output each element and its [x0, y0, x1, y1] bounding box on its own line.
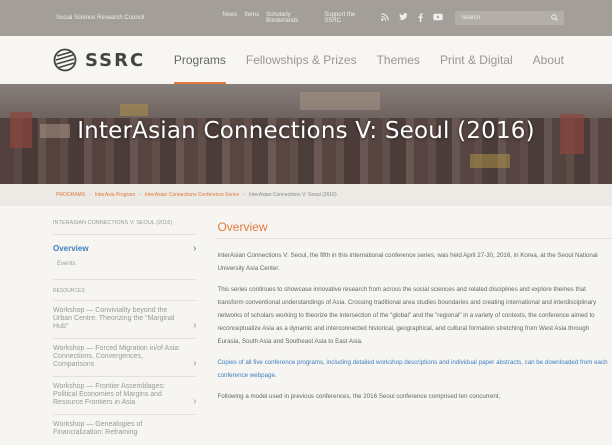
sidebar-item-label: Workshop — Forced Migration in/of Asia: …	[53, 345, 181, 368]
rss-icon[interactable]	[381, 13, 390, 23]
section-heading: Overview	[217, 220, 612, 239]
facebook-icon[interactable]	[418, 12, 424, 24]
sidebar-item-workshop[interactable]: Workshop — Conviviality beyond the Urban…	[53, 300, 197, 338]
sidebar-item-events[interactable]: Events	[53, 258, 197, 280]
sidebar-item-workshop[interactable]: Workshop — Genealogies of Financializati…	[53, 414, 197, 444]
chevron-right-icon: ›	[193, 358, 197, 369]
logo-text: SSRC	[85, 49, 146, 71]
sidebar-item-label: Workshop — Frontier Assemblages: Politic…	[53, 383, 165, 406]
search-icon[interactable]	[551, 13, 558, 23]
search-box	[455, 11, 564, 25]
breadcrumb: PROGRAMS › InterAsia Program › InterAsia…	[0, 184, 612, 206]
sidebar: INTERASIAN CONNECTIONS V: SEOUL (2016) O…	[53, 206, 197, 444]
utility-links: News Items Scholarly Borderlands Support…	[222, 12, 367, 24]
nav-print-digital[interactable]: Print & Digital	[440, 36, 513, 84]
sidebar-item-label: Workshop — Conviviality beyond the Urban…	[53, 307, 175, 330]
breadcrumb-conference-series[interactable]: InterAsian Connections Conference Series	[145, 192, 240, 198]
breadcrumb-separator: ›	[139, 192, 141, 198]
sidebar-item-workshop[interactable]: Workshop — Frontier Assemblages: Politic…	[53, 376, 197, 414]
breadcrumb-separator: ›	[89, 192, 91, 198]
page-title: InterAsian Connections V: Seoul (2016)	[77, 118, 535, 144]
search-input[interactable]	[461, 15, 542, 21]
breadcrumb-separator: ›	[243, 192, 245, 198]
sidebar-item-label: Overview	[53, 244, 89, 253]
utility-link-news[interactable]: News	[222, 12, 237, 24]
sidebar-resources-label: RESOURCES	[53, 288, 85, 294]
globe-logo-icon	[53, 48, 77, 72]
org-name-link[interactable]: Social Science Research Council	[56, 15, 144, 21]
main-content: Overview InterAsian Connections V: Seoul…	[217, 206, 612, 444]
chevron-right-icon: ›	[193, 396, 197, 407]
content-area: INTERASIAN CONNECTIONS V: SEOUL (2016) O…	[0, 206, 612, 444]
paragraph: Following a model used in previous confe…	[217, 393, 501, 400]
paragraph: InterAsian Connections V: Seoul, the fif…	[217, 252, 598, 272]
nav-about[interactable]: About	[533, 36, 564, 84]
sidebar-item-label: Workshop — Genealogies of Financializati…	[53, 421, 143, 436]
utility-bar: Social Science Research Council News Ite…	[0, 0, 612, 36]
sidebar-title: INTERASIAN CONNECTIONS V: SEOUL (2016)	[53, 220, 197, 235]
utility-link-scholarly-borderlands[interactable]: Scholarly Borderlands	[266, 12, 317, 24]
utility-link-items[interactable]: Items	[244, 12, 259, 24]
chevron-right-icon: ›	[193, 243, 197, 254]
ssrc-logo[interactable]: SSRC	[53, 48, 145, 72]
youtube-icon[interactable]	[433, 13, 443, 23]
breadcrumb-current: InterAsian Connections V: Seoul (2016)	[248, 192, 337, 198]
site-header: SSRC Programs Fellowships & Prizes Theme…	[0, 36, 612, 84]
utility-link-support[interactable]: Support the SSRC	[324, 12, 367, 24]
twitter-icon[interactable]	[399, 13, 408, 23]
breadcrumb-programs[interactable]: PROGRAMS	[56, 192, 85, 198]
social-icons	[381, 12, 443, 24]
nav-fellowships-prizes[interactable]: Fellowships & Prizes	[246, 36, 357, 84]
sidebar-item-workshop[interactable]: Workshop — Forced Migration in/of Asia: …	[53, 338, 197, 376]
paragraph: This series continues to showcase innova…	[217, 286, 597, 345]
hero-banner: InterAsian Connections V: Seoul (2016)	[0, 84, 612, 184]
sidebar-item-overview[interactable]: Overview ›	[53, 235, 196, 258]
main-nav: Programs Fellowships & Prizes Themes Pri…	[173, 36, 564, 84]
nav-themes[interactable]: Themes	[377, 36, 420, 84]
conference-programs-link[interactable]: Copies of all five conference programs, …	[217, 356, 612, 382]
nav-programs[interactable]: Programs	[173, 36, 226, 84]
chevron-right-icon: ›	[193, 320, 197, 331]
breadcrumb-interasia-program[interactable]: InterAsia Program	[95, 192, 135, 198]
